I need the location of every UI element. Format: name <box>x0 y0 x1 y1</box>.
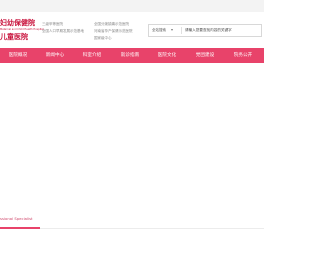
hospital-logo[interactable]: 妇幼保健院 Maternal and Child Health Hospital… <box>0 16 44 48</box>
nav-item-disclosure[interactable]: 院务公开 <box>228 48 258 63</box>
header-note: 河南省孕产保健示范医院 <box>94 29 133 33</box>
search-input[interactable] <box>185 25 259 36</box>
nav-item-culture[interactable]: 医院文化 <box>152 48 182 63</box>
header-notes-right: 全国分娩镇痛示范医院 河南省孕产保健示范医院 国家级中心 <box>94 21 133 42</box>
nav-item-departments[interactable]: 科室介绍 <box>77 48 107 63</box>
header-note: 国家级中心 <box>94 36 112 40</box>
nav-item-visit-guide[interactable]: 就诊指南 <box>115 48 145 63</box>
logo-title-line2: 儿童医院 <box>0 32 28 41</box>
search-scope-select[interactable]: 全站搜索 <box>152 25 166 36</box>
section-title-accent <box>0 227 40 229</box>
site-header: 妇幼保健院 Maternal and Child Health Hospital… <box>0 12 264 48</box>
nav-item-party[interactable]: 党团建设 <box>190 48 220 63</box>
logo-title-line1: 妇幼保健院 <box>0 18 35 27</box>
nav-item-overview[interactable]: 医院概况 <box>3 48 33 63</box>
top-utility-bar <box>0 0 264 12</box>
page: 妇幼保健院 Maternal and Child Health Hospital… <box>0 0 264 275</box>
nav-item-news[interactable]: 新闻中心 <box>40 48 70 63</box>
header-note: 全国人口早期发展示范基地 <box>42 29 84 33</box>
search-divider <box>181 27 182 34</box>
header-note: 三级甲等医院 <box>42 22 63 26</box>
main-nav: 医院概况 新闻中心 科室介绍 就诊指南 医院文化 党团建设 院务公开 <box>0 48 264 63</box>
section-title: ssional Specialist <box>0 216 33 221</box>
logo-subtitle: Maternal and Child Health Hospital <box>0 28 44 31</box>
header-notes-left: 三级甲等医院 全国人口早期发展示范基地 <box>42 21 84 35</box>
site-search: 全站搜索 <box>148 24 262 37</box>
header-note: 全国分娩镇痛示范医院 <box>94 22 129 26</box>
chevron-down-icon[interactable] <box>171 29 173 31</box>
